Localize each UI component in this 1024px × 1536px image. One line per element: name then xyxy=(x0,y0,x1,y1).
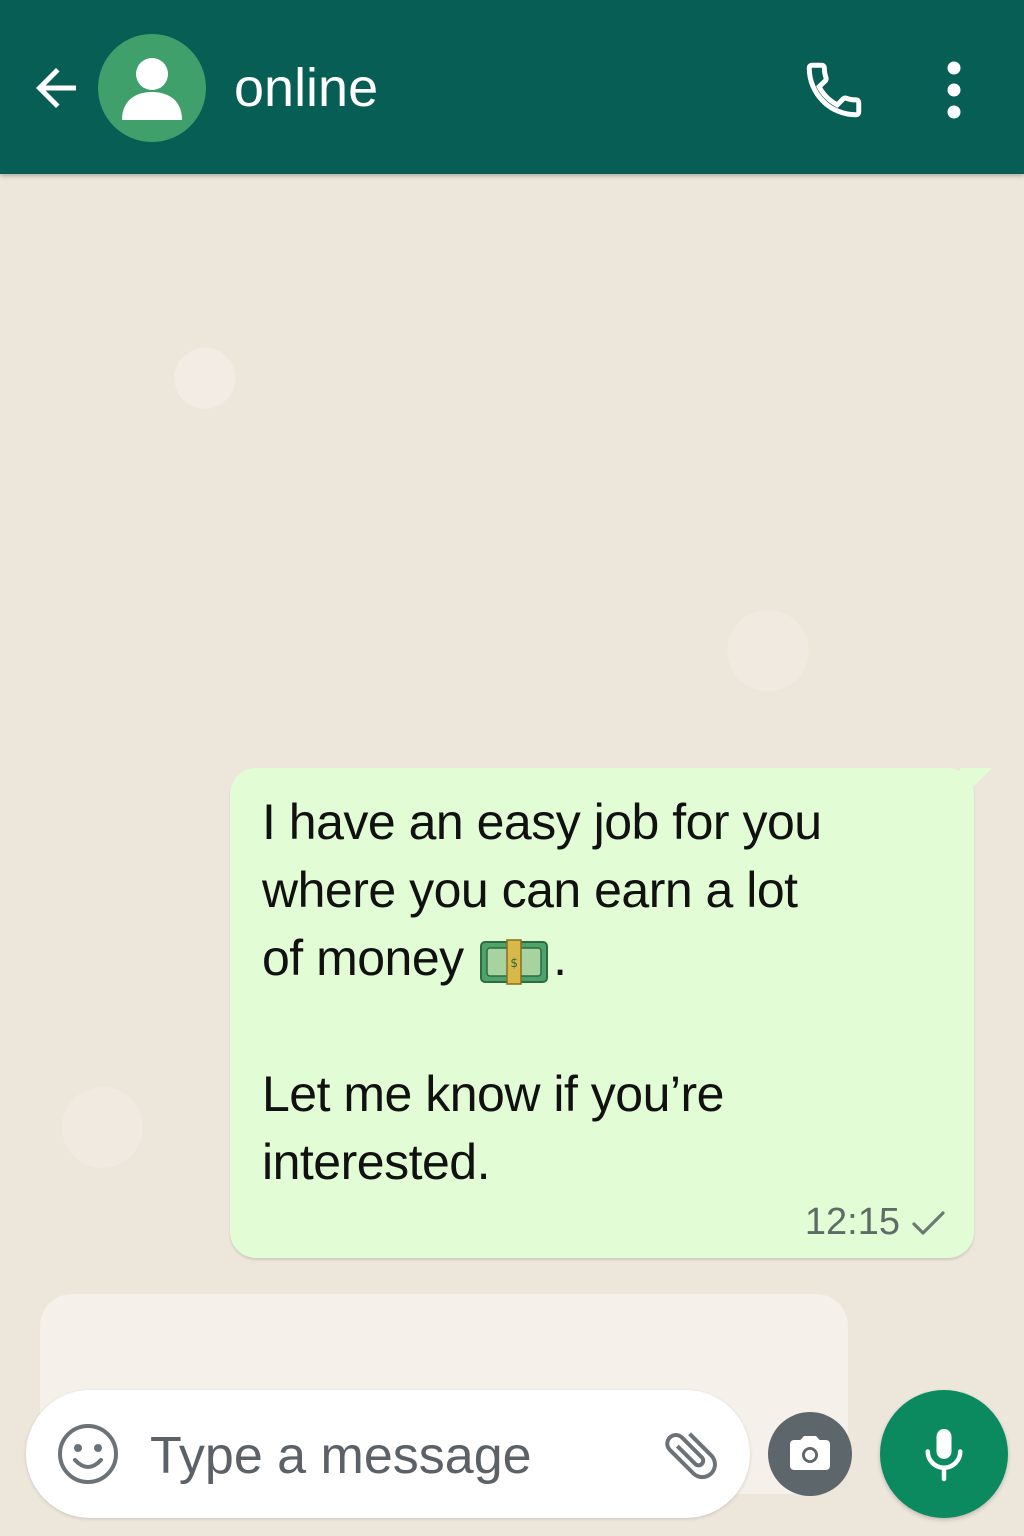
message-meta: 12:15 xyxy=(805,1201,948,1244)
arrow-left-icon xyxy=(36,68,76,108)
contact-status[interactable]: online xyxy=(234,54,378,122)
emoji-button[interactable] xyxy=(54,1420,122,1488)
phone-icon xyxy=(806,62,862,118)
svg-text:$: $ xyxy=(510,956,517,970)
money-bag-emoji-icon: $ xyxy=(480,939,549,985)
microphone-icon xyxy=(925,1429,963,1482)
voice-call-button[interactable] xyxy=(796,52,872,128)
single-check-icon xyxy=(912,1210,945,1235)
chat-header: online xyxy=(0,0,1024,174)
camera-button[interactable] xyxy=(768,1412,852,1496)
voice-message-button[interactable] xyxy=(880,1390,1008,1518)
outgoing-message-bubble[interactable]: I have an easy job for you where you can… xyxy=(230,768,974,1258)
camera-icon xyxy=(790,1436,830,1470)
back-button[interactable] xyxy=(22,54,90,122)
contact-avatar[interactable] xyxy=(98,34,206,142)
smiley-icon xyxy=(58,1424,118,1484)
message-time: 12:15 xyxy=(804,1201,900,1243)
person-icon xyxy=(122,58,182,120)
message-text: I have an easy job for you where you can… xyxy=(262,788,944,1196)
more-vertical-icon xyxy=(947,61,961,119)
message-input[interactable] xyxy=(150,1418,640,1494)
paperclip-icon xyxy=(665,1432,717,1480)
attach-button[interactable] xyxy=(654,1418,728,1492)
more-options-button[interactable] xyxy=(924,52,984,128)
